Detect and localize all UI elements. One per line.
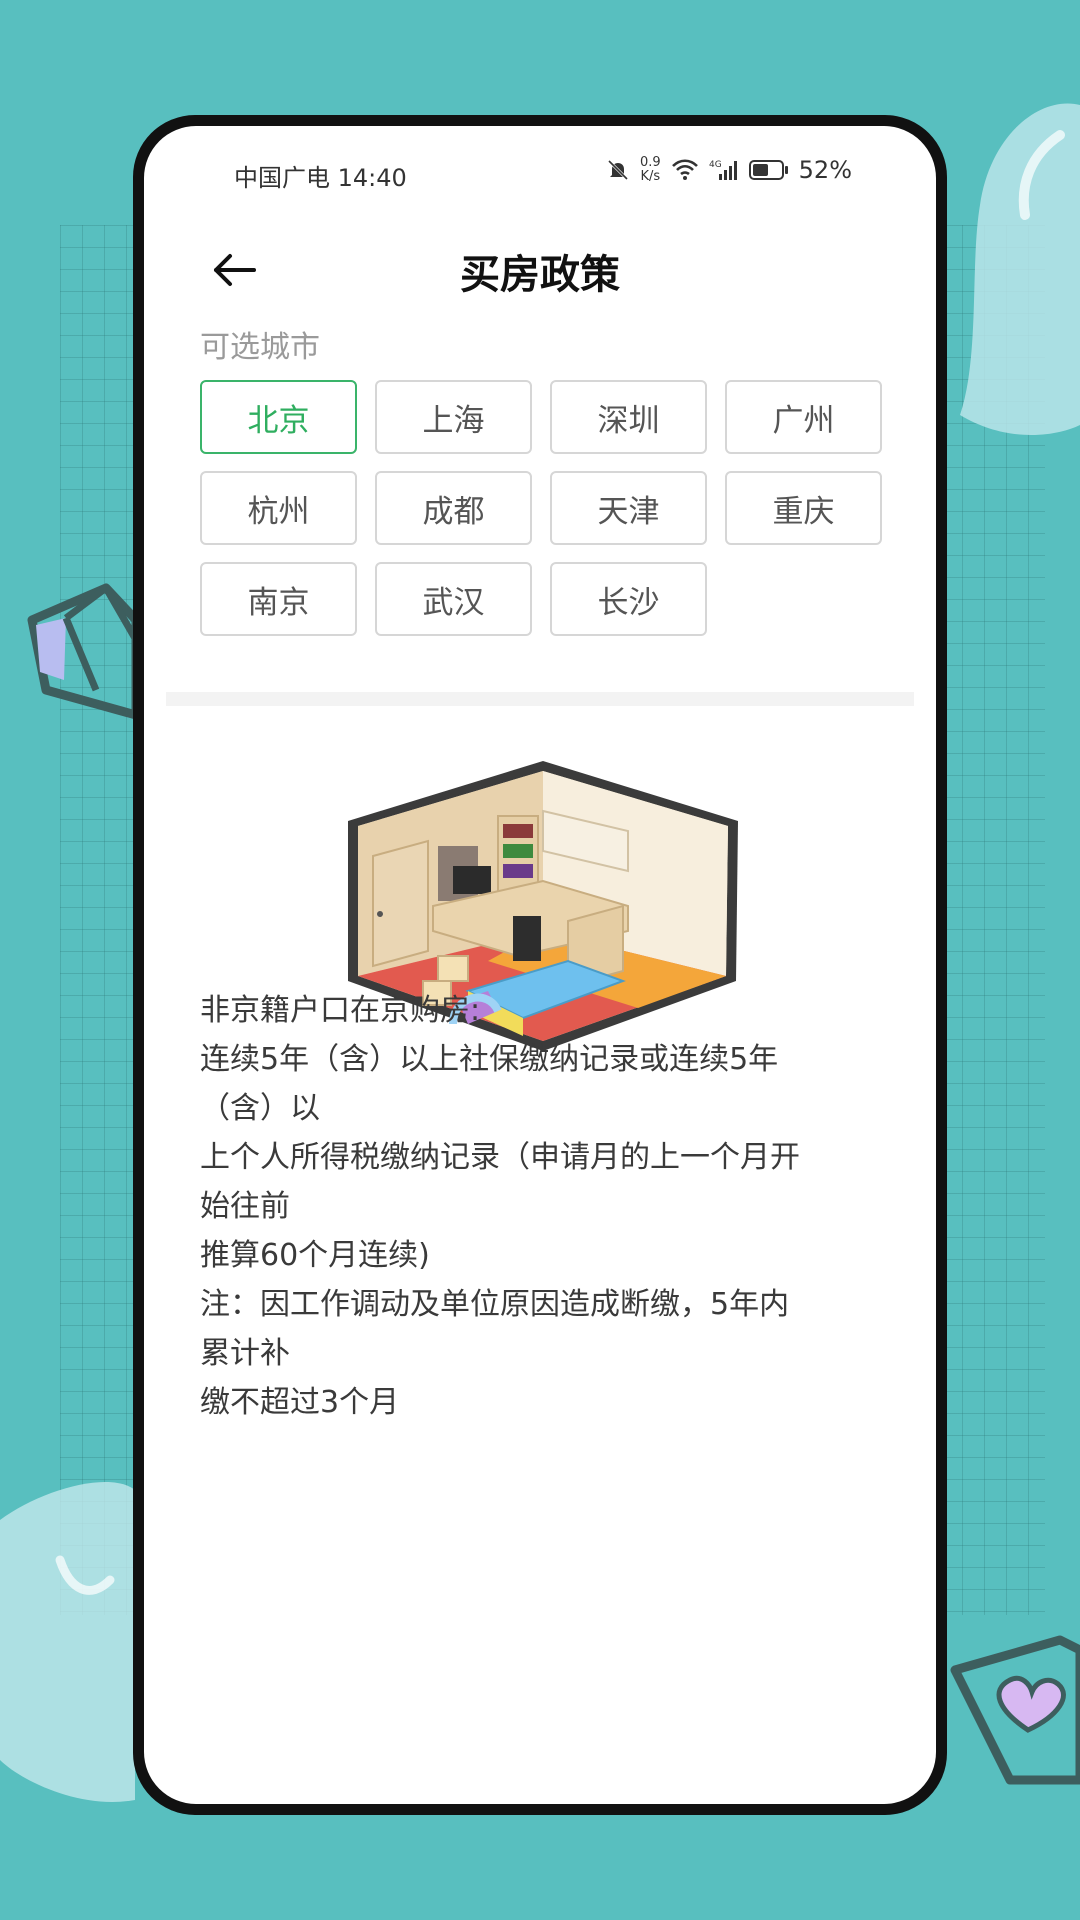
city-button-guangzhou[interactable]: 广州	[725, 380, 882, 454]
network-type-label: 4G	[709, 160, 722, 170]
policy-line: （含）以	[200, 1091, 320, 1126]
battery-icon	[748, 160, 788, 180]
city-button-chengdu[interactable]: 成都	[375, 471, 532, 545]
policy-text: 非京籍户口在京购房: 连续5年（含）以上社保缴纳记录或连续5年 （含）以 上个人…	[200, 986, 880, 1427]
city-button-tianjin[interactable]: 天津	[550, 471, 707, 545]
signal-icon: 4G	[709, 160, 737, 180]
section-divider	[166, 692, 914, 706]
glass-heart-decoration-bottom-left	[0, 1481, 135, 1802]
city-section-label: 可选城市	[200, 330, 320, 365]
net-speed: 0.9 K/s	[640, 156, 661, 184]
policy-line: 累计补	[200, 1336, 290, 1371]
status-bar: 中国广电 14:40 0.9 K/s 4G 52%	[144, 126, 936, 222]
status-icons: 0.9 K/s 4G 52%	[606, 156, 852, 184]
city-button-beijing[interactable]: 北京	[200, 380, 357, 454]
city-button-changsha[interactable]: 长沙	[550, 562, 707, 636]
net-speed-unit: K/s	[640, 169, 661, 184]
policy-line: 注：因工作调动及单位原因造成断缴，5年内	[200, 1287, 790, 1322]
city-button-hangzhou[interactable]: 杭州	[200, 471, 357, 545]
city-button-wuhan[interactable]: 武汉	[375, 562, 532, 636]
app-screen: 中国广电 14:40 0.9 K/s 4G 52% 买房政策 可选城市 北京 上…	[144, 126, 936, 1804]
glass-heart-decoration-top-right	[960, 103, 1080, 436]
mute-bell-icon	[607, 159, 629, 181]
city-button-chongqing[interactable]: 重庆	[725, 471, 882, 545]
city-button-shanghai[interactable]: 上海	[375, 380, 532, 454]
gem-outline-decoration	[27, 583, 136, 720]
heart-tag-decoration	[950, 1635, 1080, 1785]
carrier-time: 中国广电 14:40	[234, 164, 407, 192]
policy-line: 连续5年（含）以上社保缴纳记录或连续5年	[200, 1042, 779, 1077]
header-bar: 买房政策	[144, 222, 936, 322]
battery-percent: 52%	[798, 156, 852, 184]
city-selector: 北京 上海 深圳 广州 杭州 成都 天津 重庆 南京 武汉 长沙	[200, 380, 900, 636]
policy-line: 始往前	[200, 1189, 290, 1224]
page-title: 买房政策	[460, 252, 620, 298]
wifi-icon	[671, 159, 698, 180]
city-button-shenzhen[interactable]: 深圳	[550, 380, 707, 454]
policy-line: 推算60个月连续)	[200, 1238, 430, 1273]
policy-line: 缴不超过3个月	[200, 1385, 400, 1420]
city-button-nanjing[interactable]: 南京	[200, 562, 357, 636]
policy-line: 上个人所得税缴纳记录（申请月的上一个月开	[200, 1140, 800, 1175]
policy-line: 非京籍户口在京购房:	[200, 993, 481, 1028]
net-speed-value: 0.9	[639, 155, 661, 170]
